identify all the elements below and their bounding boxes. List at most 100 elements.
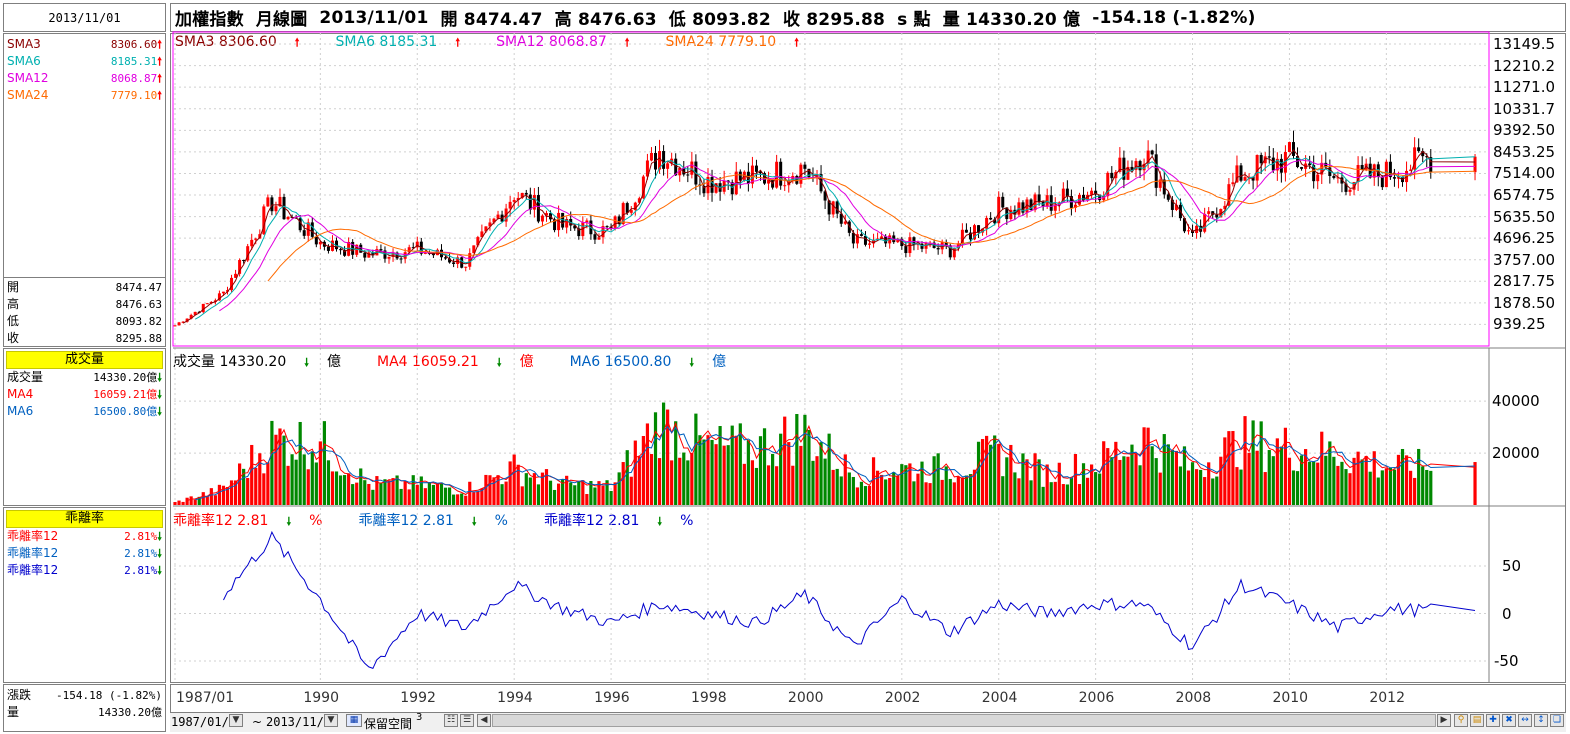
volume-bar (1106, 448, 1110, 505)
volume-bar (1235, 467, 1239, 505)
volume-bar (609, 490, 613, 505)
volume-bar (419, 476, 423, 505)
x-tick-label: 1992 (400, 690, 436, 706)
volume-bar (900, 464, 904, 505)
volume-bar (1316, 462, 1320, 505)
start-date-dropdown-icon[interactable]: ▼ (229, 714, 243, 727)
expand-icon[interactable]: ↔ (1518, 714, 1532, 727)
volume-bar (1146, 427, 1150, 505)
volume-bar (1408, 470, 1413, 505)
volume-bar (173, 502, 177, 505)
scroll-right-icon[interactable]: ▶ (1437, 714, 1451, 727)
volume-bar (1203, 477, 1207, 505)
volume-bar (783, 416, 787, 505)
volume-bar (290, 454, 294, 505)
volume-bar (762, 428, 767, 505)
volume-bar (246, 478, 250, 505)
volume-bar (1061, 484, 1065, 505)
volume-bar (1158, 472, 1162, 505)
candle-body (1037, 194, 1041, 202)
volume-bar (1122, 456, 1126, 505)
volume-bar (1259, 421, 1263, 505)
bias-tick-label: 0 (1502, 604, 1512, 623)
candle-body (1138, 161, 1142, 171)
chart-svg[interactable] (0, 0, 1570, 734)
calendar-icon[interactable]: ▦ (346, 714, 362, 727)
volume-bar (387, 480, 391, 505)
volume-bar (1283, 427, 1288, 505)
volume-bar (347, 473, 351, 505)
volume-bar (1098, 473, 1102, 505)
volume-bar (1154, 458, 1158, 505)
candle-body (936, 247, 940, 250)
volume-bar (1291, 470, 1296, 505)
zoom-out-icon[interactable]: ✖ (1502, 714, 1516, 727)
volume-bar (928, 483, 932, 505)
volume-bar (871, 457, 876, 505)
volume-bar (1425, 469, 1429, 505)
candle-body (904, 246, 908, 254)
volume-bar (1429, 470, 1433, 505)
volume-bar (1009, 444, 1013, 505)
volume-bar (831, 469, 835, 505)
price-tick-label: 9392.50 (1493, 121, 1556, 140)
volume-bar (940, 479, 944, 505)
fullscreen-icon[interactable]: ❏ (1550, 714, 1564, 727)
candle-body (1380, 176, 1384, 188)
volume-bar (1223, 437, 1227, 505)
volume-bar (863, 486, 868, 505)
volume-bar (435, 483, 440, 505)
candle-body (177, 322, 181, 326)
candle-body (710, 176, 714, 193)
x-tick-label: 1998 (690, 690, 727, 706)
grid-toggle-icon[interactable]: ☷ (444, 714, 458, 727)
volume-bar (1194, 469, 1199, 505)
volume-bar (286, 465, 290, 505)
price-tick-label: 6574.75 (1493, 186, 1556, 205)
volume-bar (476, 491, 480, 505)
magnify-icon[interactable]: ⚲ (1454, 714, 1468, 727)
volume-bar (395, 475, 399, 505)
list-toggle-icon[interactable]: ☰ (460, 714, 474, 727)
volume-bar (363, 480, 367, 505)
chart-type-icon[interactable]: ▤ (1470, 714, 1484, 727)
volume-bar (181, 501, 185, 505)
candle-body (540, 215, 544, 222)
volume-bar (1065, 484, 1069, 505)
volume-bar (472, 492, 476, 505)
volume-bar (637, 456, 641, 505)
volume-bar (298, 421, 302, 505)
price-candles (173, 130, 1477, 327)
volume-bar (815, 456, 819, 505)
volume-bar (217, 484, 222, 505)
candle-body (399, 258, 403, 260)
volume-bar (403, 481, 407, 505)
shrink-icon[interactable]: ↕ (1534, 714, 1548, 727)
volume-bar (443, 487, 448, 505)
volume-bar (1186, 470, 1191, 505)
volume-bar (1384, 468, 1388, 505)
end-date-dropdown-icon[interactable]: ▼ (324, 714, 338, 727)
candle-body (754, 165, 758, 172)
scroll-left-icon[interactable]: ◀ (477, 714, 491, 727)
volume-bar (1392, 469, 1397, 505)
volume-bar (266, 462, 270, 505)
volume-bar (569, 482, 573, 505)
volume-bar (641, 436, 645, 505)
zoom-in-icon[interactable]: ✚ (1486, 714, 1500, 727)
candle-body (1473, 156, 1477, 173)
volume-bar (492, 477, 496, 505)
volume-bar (1166, 444, 1170, 505)
volume-bar (601, 485, 605, 505)
candle-body (1291, 142, 1295, 156)
volume-bar (1332, 456, 1336, 505)
volume-bar (1110, 457, 1114, 505)
volume-tick-label: 20000 (1492, 444, 1540, 463)
reserve-value: 3 (416, 712, 423, 723)
volume-bar (1404, 455, 1409, 505)
volume-bar (896, 475, 900, 505)
volume-bar (823, 458, 827, 505)
volume-bar (411, 475, 415, 505)
horizontal-scrollbar[interactable] (492, 714, 1436, 727)
bias-tick-label: -50 (1494, 652, 1519, 670)
